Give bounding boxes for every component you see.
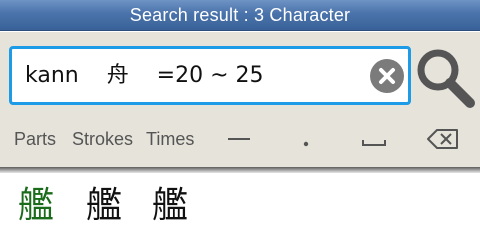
strokes-key[interactable]: Strokes bbox=[72, 122, 133, 156]
space-icon bbox=[362, 140, 386, 146]
search-panel: kann 舟 =20 ~ 25 Parts Strokes Times bbox=[0, 32, 480, 167]
parts-key[interactable]: Parts bbox=[14, 122, 56, 156]
dash-icon bbox=[228, 138, 250, 140]
search-input[interactable]: kann 舟 =20 ~ 25 bbox=[9, 46, 411, 105]
result-character[interactable]: 艦 bbox=[18, 182, 54, 230]
magnifier-icon bbox=[417, 49, 475, 108]
dot-key[interactable] bbox=[296, 122, 316, 156]
title-bar: Search result : 3 Character bbox=[0, 0, 480, 31]
result-character[interactable]: 艦 bbox=[152, 182, 188, 230]
backspace-key[interactable] bbox=[426, 122, 460, 156]
dot-icon bbox=[303, 141, 309, 147]
page-title: Search result : 3 Character bbox=[129, 4, 351, 25]
dash-key[interactable] bbox=[224, 122, 254, 156]
backspace-icon bbox=[427, 129, 458, 149]
clear-icon[interactable] bbox=[370, 59, 404, 93]
result-list: 艦 艦 艦 bbox=[0, 178, 480, 232]
search-button[interactable] bbox=[414, 46, 476, 108]
result-character[interactable]: 艦 bbox=[86, 182, 122, 230]
panel-divider bbox=[0, 167, 480, 173]
input-keys-row: Parts Strokes Times bbox=[0, 122, 480, 156]
times-key[interactable]: Times bbox=[146, 122, 194, 156]
clear-x-glyph bbox=[379, 68, 395, 84]
search-query-text: kann 舟 =20 ~ 25 bbox=[25, 63, 264, 88]
space-key[interactable] bbox=[360, 122, 388, 156]
